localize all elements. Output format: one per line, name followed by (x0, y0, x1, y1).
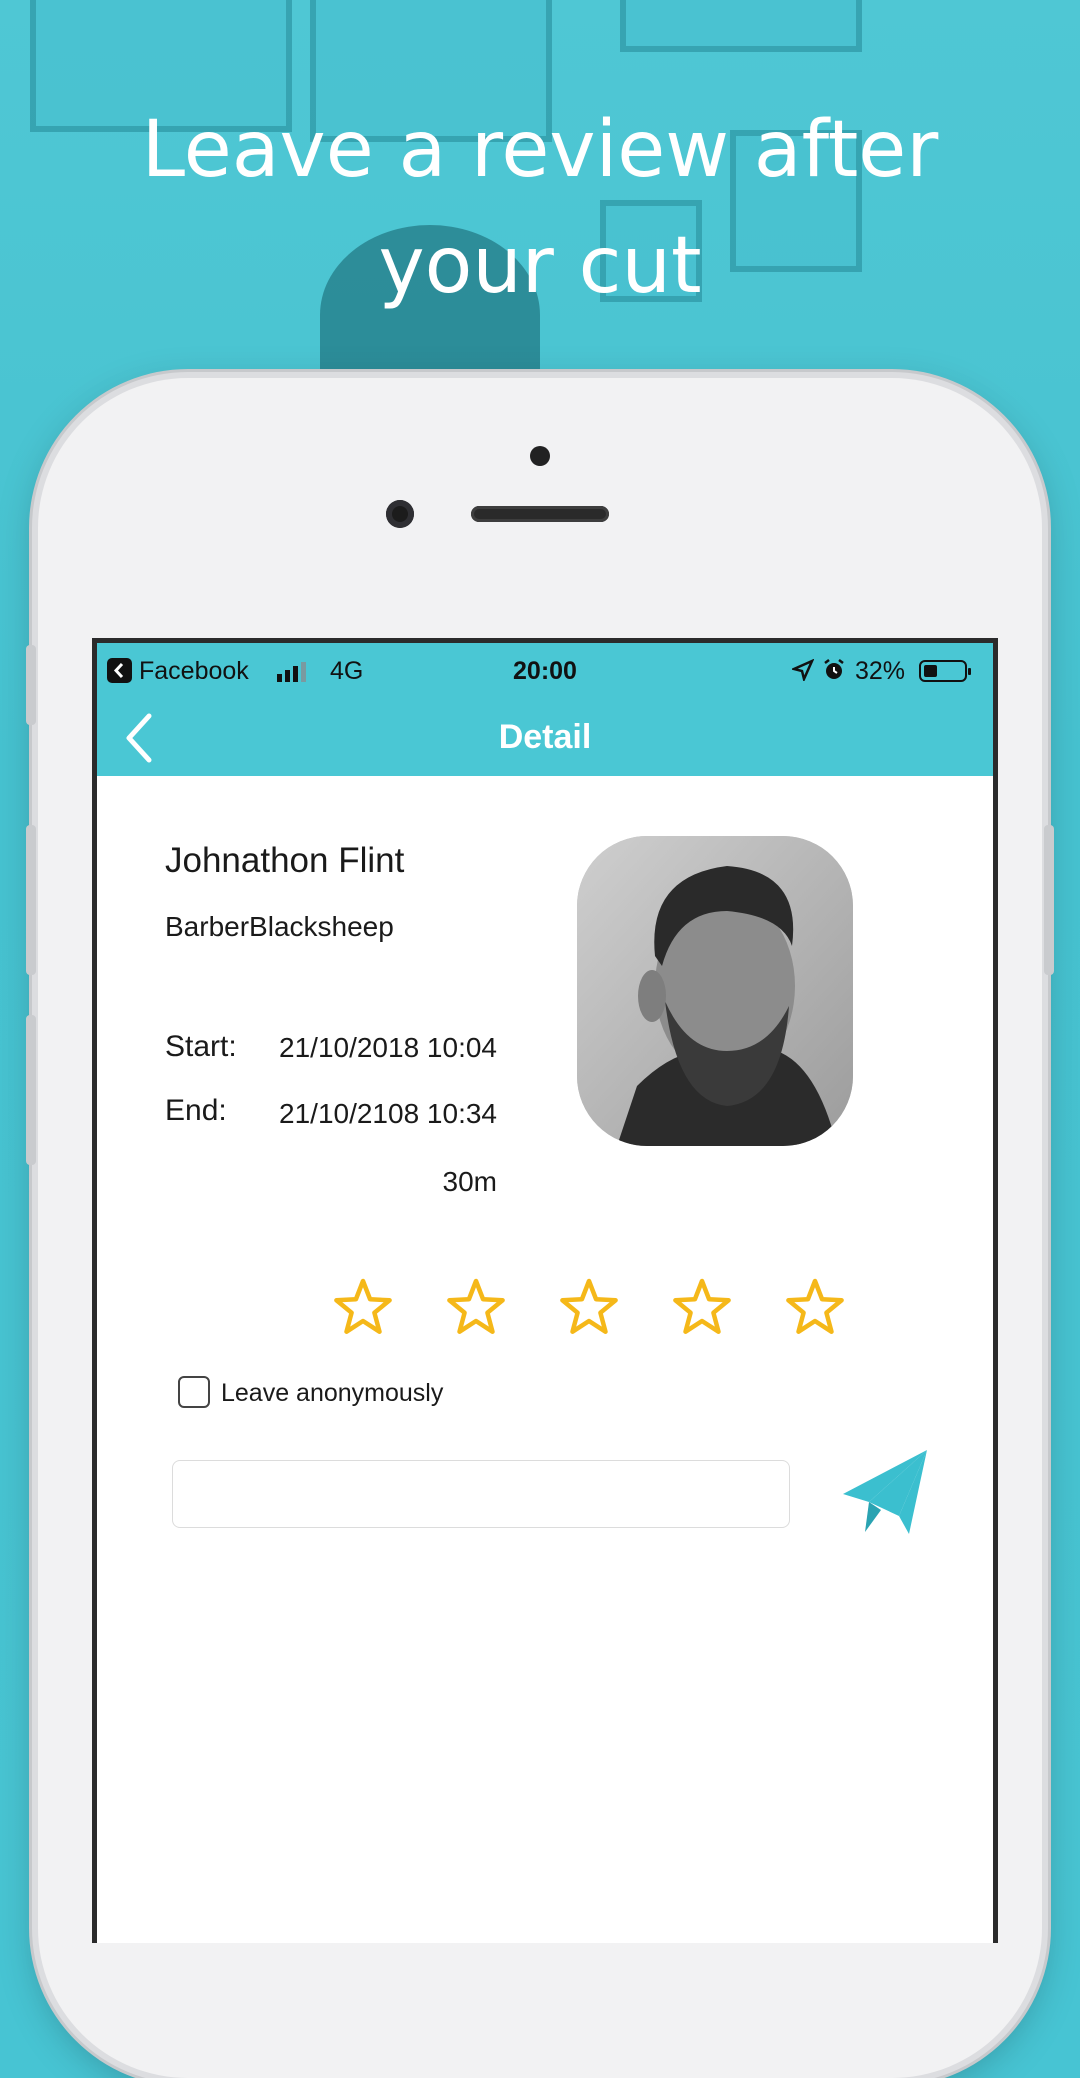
headline: Leave a review after your cut (141, 105, 939, 311)
proximity-sensor (530, 446, 550, 466)
front-camera (386, 500, 414, 528)
star-3-icon[interactable] (558, 1276, 620, 1338)
star-5-icon[interactable] (784, 1276, 846, 1338)
volume-up-button (26, 825, 36, 975)
location-icon (790, 658, 815, 688)
navigation-bar: Detail (97, 698, 993, 776)
shop-name: BarberBlacksheep (165, 911, 394, 942)
side-button (26, 645, 36, 725)
volume-down-button (26, 1015, 36, 1165)
anonymous-checkbox[interactable] (178, 1376, 210, 1408)
earpiece-speaker (471, 506, 609, 522)
end-label: End: (165, 1094, 227, 1127)
star-1-icon[interactable] (332, 1276, 394, 1338)
app-screen: Facebook 4G 20:00 32% Detail Johnathon F… (92, 638, 998, 1943)
barber-avatar (577, 836, 853, 1146)
end-value: 21/10/2108 10:34 (279, 1098, 497, 1129)
star-2-icon[interactable] (445, 1276, 507, 1338)
status-bar: Facebook 4G 20:00 32% (97, 643, 993, 698)
power-button (1044, 825, 1054, 975)
duration-value: 30m (442, 1166, 497, 1197)
star-4-icon[interactable] (671, 1276, 733, 1338)
start-value: 21/10/2018 10:04 (279, 1032, 497, 1063)
battery-percent: 32% (855, 657, 906, 685)
paper-plane-icon (843, 1450, 927, 1534)
send-button[interactable] (839, 1446, 931, 1538)
battery-icon (919, 659, 973, 690)
review-input[interactable] (172, 1460, 790, 1528)
anonymous-label: Leave anonymously (221, 1379, 444, 1407)
start-label: Start: (165, 1030, 237, 1063)
booking-detail: Johnathon Flint BarberBlacksheep Start: … (97, 776, 993, 1943)
rating-stars (332, 1276, 844, 1340)
alarm-icon (822, 658, 846, 689)
page-title: Detail (498, 718, 592, 756)
barber-name: Johnathon Flint (165, 841, 405, 880)
